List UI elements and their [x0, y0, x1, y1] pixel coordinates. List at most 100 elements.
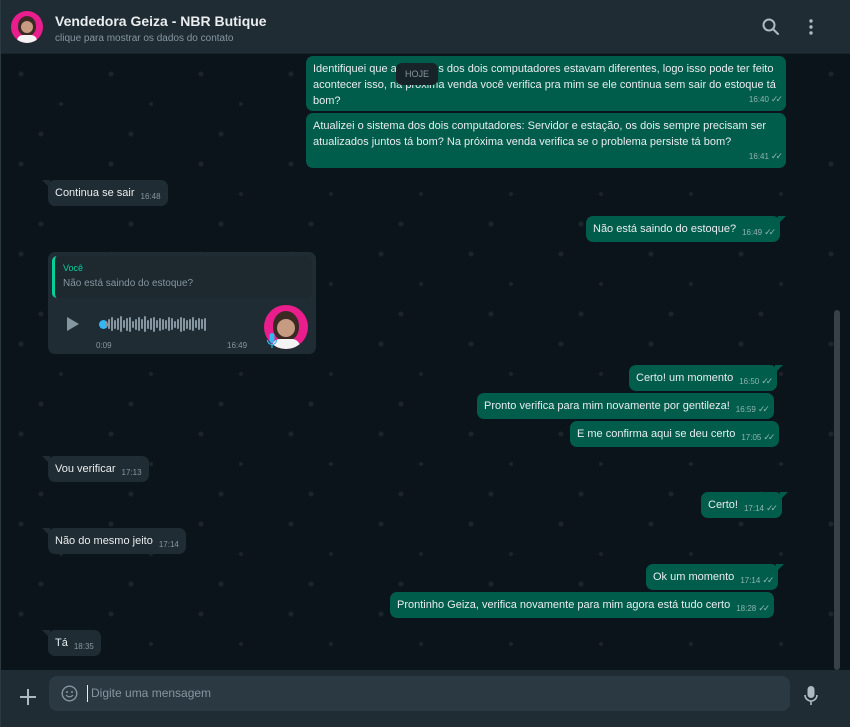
- message-text: Tá: [55, 637, 68, 649]
- contact-avatar[interactable]: [11, 11, 43, 43]
- message-time: 17:14: [158, 540, 179, 549]
- waveform-bar: [138, 317, 140, 331]
- waveform-bar: [168, 317, 170, 331]
- emoji-icon[interactable]: [61, 685, 78, 702]
- message-time: 16:40 ✓✓: [748, 94, 783, 104]
- message-outgoing[interactable]: Não está saindo do estoque? 16:49 ✓✓: [586, 216, 787, 242]
- waveform-bar: [189, 318, 191, 330]
- message-incoming[interactable]: Tá 18:35: [42, 630, 101, 656]
- quoted-message[interactable]: Você Não está saindo do estoque?: [52, 256, 312, 298]
- waveform-bar: [126, 317, 128, 331]
- message-incoming[interactable]: Vou verificar 17:13: [42, 456, 149, 482]
- message-text: Não está saindo do estoque?: [593, 223, 737, 235]
- message-time: 17:13: [121, 468, 142, 477]
- contact-name[interactable]: Vendedora Geiza - NBR Butique: [55, 13, 267, 29]
- chat-scrollbar[interactable]: [834, 310, 840, 670]
- text-caret: [87, 685, 88, 702]
- message-text: Prontinho Geiza, verifica novamente para…: [397, 599, 731, 611]
- message-input[interactable]: Digite uma mensagem: [49, 676, 790, 711]
- contact-subtitle[interactable]: clique para mostrar os dados do contato: [55, 33, 233, 44]
- message-outgoing[interactable]: Atualizei o sistema dos dois computadore…: [306, 113, 786, 168]
- message-outgoing[interactable]: Pronto verifica para mim novamente por g…: [477, 393, 774, 419]
- waveform-bar: [159, 317, 161, 331]
- waveform-bar: [165, 319, 167, 329]
- double-check-icon: ✓✓: [770, 151, 783, 161]
- attach-plus-icon[interactable]: [18, 687, 38, 707]
- quoted-text: Não está saindo do estoque?: [63, 278, 194, 289]
- message-time: 18:35: [73, 642, 94, 651]
- waveform-bar: [105, 321, 107, 327]
- waveform-bar: [198, 318, 200, 330]
- message-time: 16:48: [140, 192, 161, 201]
- waveform-bar: [132, 320, 134, 328]
- message-time: 17:14 ✓✓: [740, 575, 774, 585]
- composer-bar: Digite uma mensagem: [1, 670, 850, 727]
- double-check-icon: ✓✓: [762, 575, 774, 585]
- waveform-bar: [153, 316, 155, 332]
- message-time: 16:41 ✓✓: [748, 151, 783, 161]
- date-divider: HOJE: [396, 63, 438, 85]
- voice-duration: 0:09: [96, 341, 112, 350]
- waveform-bar: [156, 320, 158, 328]
- mic-badge-icon: [266, 332, 278, 350]
- double-check-icon: ✓✓: [764, 227, 776, 237]
- waveform-bar: [174, 320, 176, 328]
- waveform-bar: [123, 320, 125, 328]
- search-icon[interactable]: [761, 17, 781, 37]
- double-check-icon: ✓✓: [757, 404, 770, 414]
- message-text: Vou verificar: [55, 463, 116, 475]
- waveform-bar: [186, 319, 188, 329]
- play-icon[interactable]: [63, 315, 81, 338]
- waveform-bar: [177, 319, 179, 329]
- message-list[interactable]: Identifiquei que as versões dos dois com…: [1, 54, 841, 670]
- message-text: Identifiquei que as versões dos dois com…: [313, 63, 776, 107]
- waveform-bar: [162, 318, 164, 330]
- input-placeholder: Digite uma mensagem: [91, 686, 212, 700]
- avatar-face: [21, 21, 33, 33]
- message-outgoing[interactable]: Prontinho Geiza, verifica novamente para…: [390, 592, 775, 618]
- quoted-author: Você: [63, 263, 84, 273]
- message-outgoing[interactable]: Certo! 17:14 ✓✓: [701, 492, 789, 518]
- waveform-bar: [108, 319, 110, 329]
- waveform-bar: [144, 316, 146, 332]
- message-incoming[interactable]: Continua se sair 16:48: [42, 180, 168, 206]
- double-check-icon: ✓✓: [766, 503, 778, 513]
- message-time: 16:49 ✓✓: [742, 227, 776, 237]
- menu-kebab-icon[interactable]: [801, 17, 821, 37]
- waveform-bar: [117, 318, 119, 330]
- message-outgoing[interactable]: E me confirma aqui se deu certo 17:05 ✓✓: [570, 421, 780, 447]
- message-outgoing[interactable]: Ok um momento 17:14 ✓✓: [646, 564, 785, 590]
- message-incoming[interactable]: Não do mesmo jeito 17:14: [42, 528, 186, 554]
- message-text: Certo!: [708, 499, 738, 511]
- microphone-icon[interactable]: [803, 685, 819, 707]
- chat-header[interactable]: Vendedora Geiza - NBR Butique clique par…: [1, 0, 850, 54]
- voice-time: 16:49: [227, 341, 248, 350]
- waveform-bar: [114, 319, 116, 329]
- waveform-bar: [129, 316, 131, 332]
- waveform-bar: [141, 319, 143, 329]
- waveform-bar: [120, 316, 122, 332]
- message-text: Não do mesmo jeito: [55, 535, 153, 547]
- waveform-bar: [195, 320, 197, 328]
- waveform-bar: [111, 317, 113, 331]
- waveform-bar: [135, 318, 137, 330]
- message-text: E me confirma aqui se deu certo: [577, 428, 736, 440]
- message-text: Continua se sair: [55, 187, 135, 199]
- message-time: 16:59 ✓✓: [735, 404, 770, 414]
- message-time: 17:05 ✓✓: [741, 432, 775, 442]
- waveform-bar: [150, 318, 152, 330]
- chat-window: Vendedora Geiza - NBR Butique clique par…: [0, 0, 850, 727]
- waveform-bar: [183, 317, 185, 331]
- double-check-icon: ✓✓: [761, 376, 773, 386]
- message-text: Ok um momento: [653, 571, 735, 583]
- avatar-shirt: [17, 35, 37, 43]
- message-outgoing[interactable]: Certo! um momento 16:50 ✓✓: [629, 365, 784, 391]
- message-outgoing[interactable]: Identifiquei que as versões dos dois com…: [306, 56, 786, 111]
- waveform-bar: [192, 317, 194, 331]
- message-time: 16:50 ✓✓: [739, 376, 773, 386]
- audio-waveform[interactable]: [105, 316, 206, 332]
- message-text: Pronto verifica para mim novamente por g…: [484, 400, 730, 412]
- message-time: 18:28 ✓✓: [736, 603, 770, 613]
- waveform-bar: [147, 319, 149, 329]
- message-text: Atualizei o sistema dos dois computadore…: [313, 120, 767, 148]
